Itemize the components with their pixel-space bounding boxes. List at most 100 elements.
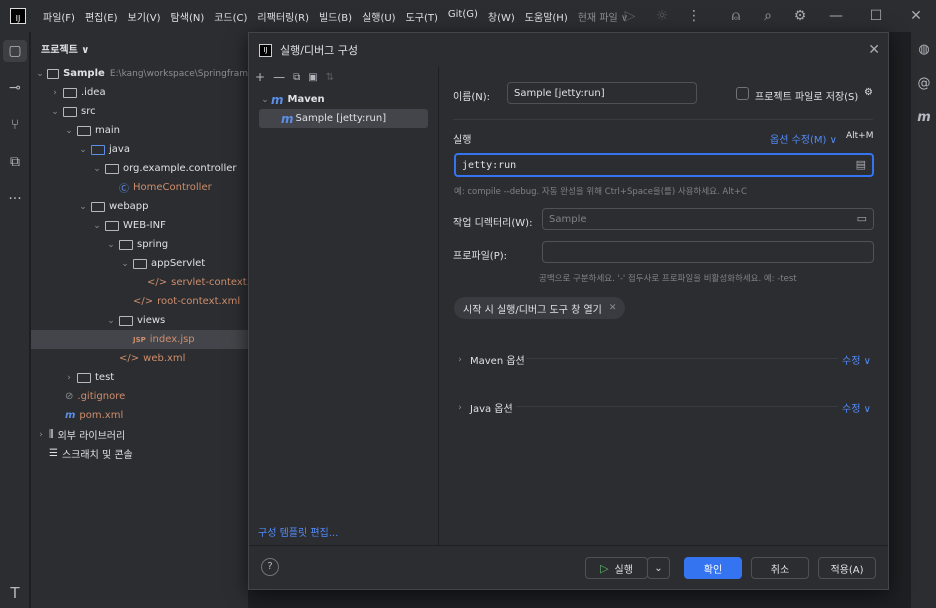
chevron-right-icon[interactable]: › [454, 403, 466, 413]
tree-row-package[interactable]: ⌄ org.example.controller [31, 159, 248, 178]
tree-row-indexjsp[interactable]: JSP index.jsp [31, 330, 248, 349]
chevron-down-icon[interactable]: ⌄ [259, 95, 271, 105]
chevron-down-icon[interactable]: ⌄ [119, 259, 131, 269]
project-header[interactable]: 프로젝트 ∨ [31, 32, 248, 64]
search-icon[interactable]: ⌕ [752, 8, 784, 24]
tree-row-rootctx[interactable]: </> root-context.xml [31, 292, 248, 311]
tree-row-servletctx[interactable]: </> servlet-context.xml [31, 273, 248, 292]
java-options-section[interactable]: › Java 옵션 [454, 400, 513, 416]
run-icon[interactable]: ▷ [614, 8, 646, 24]
menu-edit[interactable]: 편집(E) [80, 9, 123, 24]
intellij-logo-icon[interactable]: IJ [10, 8, 26, 24]
maven-options-edit-link[interactable]: 수정 ∨ [842, 352, 871, 367]
help-icon[interactable]: ? [261, 558, 279, 576]
tree-row-java[interactable]: ⌄ java [31, 140, 248, 159]
tree-row-webapp[interactable]: ⌄ webapp [31, 197, 248, 216]
cancel-button[interactable]: 취소 [751, 557, 809, 579]
chevron-right-icon[interactable]: › [63, 373, 75, 383]
chevron-down-icon[interactable]: ⌄ [63, 126, 75, 136]
chevron-down-icon[interactable]: ⌄ [35, 69, 45, 79]
close-icon[interactable]: ✕ [896, 8, 936, 24]
tree-row-spring[interactable]: ⌄ spring [31, 235, 248, 254]
ai-assistant-icon[interactable]: @ [911, 66, 936, 100]
tree-row-webxml[interactable]: </> web.xml [31, 349, 248, 368]
tree-row-controller[interactable]: Ⓒ HomeController [31, 178, 248, 197]
run-button[interactable]: ▷ 실행 [585, 557, 648, 579]
maven-options-section[interactable]: › Maven 옵션 [454, 352, 525, 368]
tree-row-gitignore[interactable]: ⊘ .gitignore [31, 387, 248, 406]
add-icon[interactable]: + [255, 70, 265, 84]
tree-row-scratch[interactable]: ☰ 스크래치 및 콘솔 [31, 444, 248, 463]
chevron-right-icon[interactable]: › [35, 430, 47, 440]
tree-row-src[interactable]: ⌄ src [31, 102, 248, 121]
tree-row-test[interactable]: › test [31, 368, 248, 387]
chevron-down-icon[interactable]: ⌄ [91, 164, 103, 174]
chevron-down-icon[interactable]: ⌄ [49, 107, 61, 117]
edit-templates-link[interactable]: 구성 템플릿 편집... [258, 524, 338, 539]
tree-row-main[interactable]: ⌄ main [31, 121, 248, 140]
workdir-input[interactable]: Sample ▭ [542, 208, 874, 230]
maximize-icon[interactable]: ☐ [856, 8, 896, 24]
chevron-right-icon[interactable]: › [454, 355, 466, 365]
workdir-label: 작업 디렉터리(W): [453, 218, 533, 229]
settings-icon[interactable]: ⚙ [784, 8, 816, 24]
more-tools-icon[interactable]: ··· [0, 180, 30, 217]
run-dropdown-button[interactable]: ⌄ [647, 557, 670, 579]
terminal-hammer-icon[interactable]: T [0, 584, 30, 602]
menu-run[interactable]: 실행(U) [357, 9, 401, 24]
remove-icon[interactable]: — [273, 70, 285, 84]
maven-tool-icon[interactable]: m [911, 100, 936, 134]
pull-request-icon[interactable]: ⑂ [0, 106, 30, 143]
copy-icon[interactable]: ⧉ [293, 72, 300, 83]
notifications-icon[interactable]: ◍ [911, 32, 936, 66]
config-group-maven[interactable]: ⌄ m Maven [249, 90, 438, 109]
tree-row-root[interactable]: ⌄ Sample E:\kang\workspace\Springfram [31, 64, 248, 83]
folder-icon[interactable]: ▣ [308, 72, 317, 83]
tree-row-idea[interactable]: › .idea [31, 83, 248, 102]
remove-chip-icon[interactable]: ✕ [609, 303, 617, 313]
sort-icon[interactable]: ⇅ [326, 72, 334, 83]
add-user-icon[interactable]: ⍝ [720, 8, 752, 24]
menu-refactor[interactable]: 리팩터링(R) [252, 9, 314, 24]
run-command-input[interactable]: jetty:run ▤ [454, 153, 874, 177]
chevron-down-icon[interactable]: ⌄ [105, 316, 117, 326]
menu-view[interactable]: 보기(V) [123, 9, 166, 24]
tree-row-webinf[interactable]: ⌄ WEB-INF [31, 216, 248, 235]
tree-row-pom[interactable]: m pom.xml [31, 406, 248, 425]
menu-navigate[interactable]: 탐색(N) [166, 9, 210, 24]
open-tool-window-chip[interactable]: 시작 시 실행/디버그 도구 창 열기 ✕ [454, 297, 626, 319]
modify-options-link[interactable]: 옵션 수정(M) ∨ [770, 131, 837, 146]
tree-row-views[interactable]: ⌄ views [31, 311, 248, 330]
ok-button[interactable]: 확인 [684, 557, 742, 579]
dialog-close-icon[interactable]: ✕ [868, 42, 880, 58]
more-icon[interactable]: ⋮ [678, 8, 710, 24]
menu-git[interactable]: Git(G) [443, 9, 483, 24]
config-item-sample[interactable]: m Sample [jetty:run] [259, 109, 428, 128]
settings-gear-icon[interactable]: ⚙ [864, 87, 873, 98]
chevron-down-icon[interactable]: ⌄ [91, 221, 103, 231]
structure-tool-icon[interactable]: ⧉ [0, 143, 30, 180]
menu-help[interactable]: 도움말(H) [520, 9, 573, 24]
debug-icon[interactable]: ☼ [646, 8, 678, 24]
profiles-input[interactable] [542, 241, 874, 263]
menu-window[interactable]: 창(W) [483, 9, 520, 24]
chevron-down-icon[interactable]: ⌄ [77, 202, 89, 212]
tree-row-appservlet[interactable]: ⌄ appServlet [31, 254, 248, 273]
expand-editor-icon[interactable]: ▤ [856, 158, 866, 171]
menu-file[interactable]: 파일(F) [38, 9, 80, 24]
minimize-icon[interactable]: — [816, 8, 856, 24]
browse-folder-icon[interactable]: ▭ [857, 212, 867, 225]
chevron-down-icon[interactable]: ⌄ [77, 145, 89, 155]
menu-build[interactable]: 빌드(B) [314, 9, 357, 24]
project-tool-icon[interactable]: ▢ [0, 32, 30, 69]
chevron-right-icon[interactable]: › [49, 88, 61, 98]
name-input[interactable]: Sample [jetty:run] [507, 82, 697, 104]
chevron-down-icon[interactable]: ⌄ [105, 240, 117, 250]
java-options-edit-link[interactable]: 수정 ∨ [842, 400, 871, 415]
menu-tools[interactable]: 도구(T) [401, 9, 443, 24]
commit-tool-icon[interactable]: ⊸ [0, 69, 30, 106]
menu-code[interactable]: 코드(C) [209, 9, 252, 24]
tree-row-extlib[interactable]: › ⫼ 외부 라이브러리 [31, 425, 248, 444]
store-as-file-checkbox[interactable] [736, 87, 749, 100]
apply-button[interactable]: 적용(A) [818, 557, 876, 579]
